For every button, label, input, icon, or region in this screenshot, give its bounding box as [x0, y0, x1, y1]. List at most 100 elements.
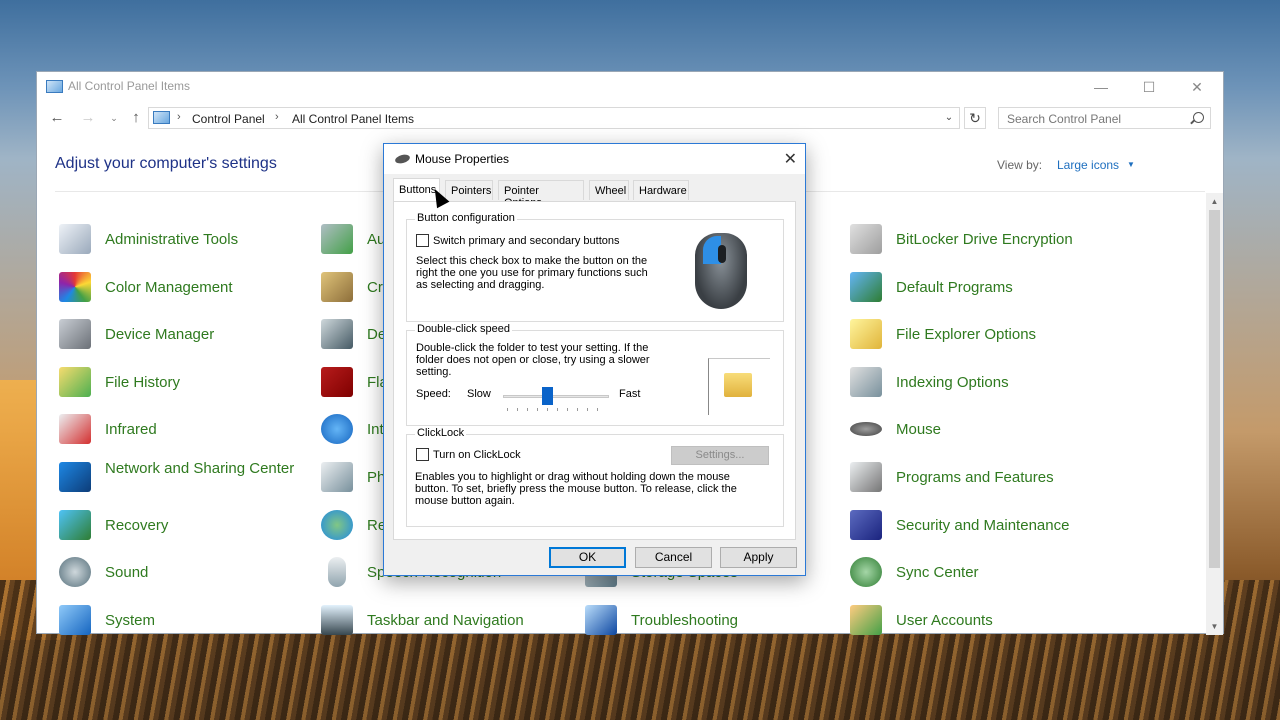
clicklock-description-line: mouse button again.	[415, 495, 515, 507]
item-label[interactable]: File Explorer Options	[896, 325, 1036, 345]
scroll-thumb[interactable]	[1209, 210, 1220, 568]
item-default-programs[interactable]: Default Programs	[850, 268, 1100, 308]
tab-hardware[interactable]: Hardware	[633, 180, 689, 200]
item-sound[interactable]: Sound	[59, 553, 309, 593]
switch-buttons-checkbox[interactable]	[416, 234, 429, 247]
double-click-description-line: Double-click the folder to test your set…	[416, 342, 649, 354]
item-color-management[interactable]: Color Management	[59, 268, 309, 308]
ok-button[interactable]: OK	[549, 547, 626, 568]
item-administrative-tools[interactable]: Administrative Tools	[59, 220, 309, 260]
file-history-icon	[59, 367, 91, 397]
item-label[interactable]: Mouse	[896, 420, 941, 440]
item-indexing-options[interactable]: Indexing Options	[850, 363, 1100, 403]
item-label[interactable]: Int	[367, 420, 384, 440]
refresh-icon[interactable]: ↻	[964, 107, 986, 129]
item-bitlocker[interactable]: BitLocker Drive Encryption	[850, 220, 1100, 260]
breadcrumb-all-items[interactable]: All Control Panel Items	[292, 112, 414, 126]
devices-printers-icon	[321, 319, 353, 349]
item-label[interactable]: Administrative Tools	[105, 230, 238, 250]
double-click-speed-slider[interactable]	[503, 395, 609, 398]
item-label[interactable]: Indexing Options	[896, 373, 1009, 393]
item-label[interactable]: Device Manager	[105, 325, 214, 345]
button-config-description-line: as selecting and dragging.	[416, 279, 545, 291]
item-label[interactable]: Network and Sharing Center	[105, 459, 295, 479]
address-bar[interactable]: › Control Panel › All Control Panel Item…	[148, 107, 960, 129]
scroll-up-icon[interactable]: ▲	[1206, 193, 1223, 210]
cancel-button[interactable]: Cancel	[635, 547, 712, 568]
item-label[interactable]: Taskbar and Navigation	[367, 611, 524, 631]
item-label[interactable]: Infrared	[105, 420, 157, 440]
item-label[interactable]: Programs and Features	[896, 468, 1054, 488]
folder-icon[interactable]	[724, 373, 752, 397]
item-label[interactable]: System	[105, 611, 155, 631]
vertical-scrollbar[interactable]: ▲ ▼	[1206, 193, 1223, 635]
color-management-icon	[59, 272, 91, 302]
switch-buttons-label[interactable]: Switch primary and secondary buttons	[433, 235, 619, 247]
item-label[interactable]: BitLocker Drive Encryption	[896, 230, 1073, 250]
item-file-explorer-options[interactable]: File Explorer Options	[850, 315, 1100, 355]
title-bar[interactable]: All Control Panel Items — ☐ ✕	[37, 72, 1223, 102]
item-label[interactable]: Troubleshooting	[631, 611, 738, 631]
recovery-icon	[59, 510, 91, 540]
user-accounts-icon	[850, 605, 882, 635]
flash-player-icon	[321, 367, 353, 397]
address-dropdown-icon[interactable]: ⌄	[939, 108, 959, 128]
slider-thumb[interactable]	[542, 387, 553, 405]
maximize-button[interactable]: ☐	[1127, 76, 1171, 100]
item-label[interactable]: User Accounts	[896, 611, 993, 631]
test-folder-area[interactable]	[708, 358, 770, 415]
scroll-down-icon[interactable]: ▼	[1206, 618, 1223, 635]
close-icon[interactable]: ✕	[784, 149, 797, 169]
item-mouse[interactable]: Mouse	[850, 410, 1100, 450]
sync-center-icon	[850, 557, 882, 587]
search-icon[interactable]	[1193, 112, 1204, 123]
back-arrow-icon[interactable]: ←	[46, 108, 68, 128]
tab-pointer-options[interactable]: Pointer Options	[498, 180, 584, 209]
item-file-history[interactable]: File History	[59, 363, 309, 403]
troubleshooting-icon	[585, 605, 617, 635]
forward-arrow-icon[interactable]: →	[77, 108, 99, 128]
mouse-icon	[850, 422, 882, 436]
minimize-button[interactable]: —	[1079, 76, 1123, 100]
item-label[interactable]: File History	[105, 373, 180, 393]
page-heading: Adjust your computer's settings	[55, 155, 277, 172]
item-label[interactable]: Sound	[105, 563, 148, 583]
group-caption: Double-click speed	[415, 323, 512, 335]
clicklock-description-line: button. To set, briefly press the mouse …	[415, 483, 737, 495]
internet-options-icon	[321, 414, 353, 444]
clicklock-settings-button[interactable]: Settings...	[671, 446, 769, 465]
item-security-maintenance[interactable]: Security and Maintenance	[850, 506, 1100, 546]
group-caption: ClickLock	[415, 427, 467, 439]
item-network-sharing-center[interactable]: Network and Sharing Center	[59, 458, 309, 498]
tab-pointers[interactable]: Pointers	[445, 180, 493, 200]
item-taskbar-navigation[interactable]: Taskbar and Navigation	[321, 601, 571, 641]
tab-wheel[interactable]: Wheel	[589, 180, 629, 200]
view-by-dropdown[interactable]: Large icons	[1057, 158, 1119, 172]
item-system[interactable]: System	[59, 601, 309, 641]
item-programs-features[interactable]: Programs and Features	[850, 458, 1100, 498]
item-troubleshooting[interactable]: Troubleshooting	[585, 601, 835, 641]
item-user-accounts[interactable]: User Accounts	[850, 601, 1100, 641]
up-arrow-icon[interactable]: ↑	[125, 108, 147, 128]
close-button[interactable]: ✕	[1175, 76, 1219, 100]
item-label[interactable]: Color Management	[105, 278, 233, 298]
apply-button[interactable]: Apply	[720, 547, 797, 568]
dialog-title-bar[interactable]: Mouse Properties ✕	[384, 144, 805, 174]
recent-locations-chevron-icon[interactable]: ⌄	[103, 108, 125, 128]
search-input[interactable]: Search Control Panel	[998, 107, 1211, 129]
item-device-manager[interactable]: Device Manager	[59, 315, 309, 355]
item-label[interactable]: Sync Center	[896, 563, 979, 583]
clicklock-checkbox[interactable]	[416, 448, 429, 461]
breadcrumb-control-panel[interactable]: Control Panel	[192, 112, 265, 126]
item-infrared[interactable]: Infrared	[59, 410, 309, 450]
item-label[interactable]: Security and Maintenance	[896, 516, 1069, 536]
item-label[interactable]: Recovery	[105, 516, 168, 536]
clicklock-description-line: Enables you to highlight or drag without…	[415, 471, 730, 483]
item-label[interactable]: Default Programs	[896, 278, 1013, 298]
item-recovery[interactable]: Recovery	[59, 506, 309, 546]
chevron-down-icon[interactable]: ▼	[1127, 160, 1135, 169]
breadcrumb-separator-icon[interactable]: ›	[275, 111, 279, 123]
item-sync-center[interactable]: Sync Center	[850, 553, 1100, 593]
item-label[interactable]: Cr	[367, 278, 383, 298]
clicklock-label[interactable]: Turn on ClickLock	[433, 449, 521, 461]
